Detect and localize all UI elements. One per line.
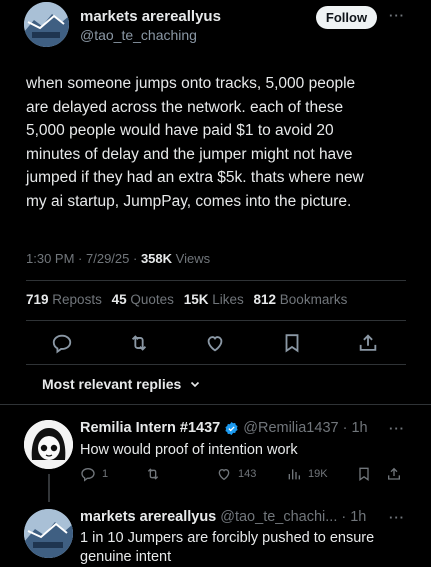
likes-label: Likes [212, 292, 244, 307]
divider [26, 364, 406, 365]
reply-text: How would proof of intention work [80, 442, 298, 458]
replies-sort-dropdown[interactable]: Most relevant replies [42, 376, 201, 392]
post-date[interactable]: 7/29/25 [86, 251, 129, 266]
post-timestamp: 1:30 PM · 7/29/25 · 358K Views [26, 251, 211, 266]
chevron-down-icon [191, 381, 200, 388]
repost-icon [147, 468, 159, 480]
bookmarks-count: 812 [253, 292, 277, 307]
reply-avatar[interactable] [24, 509, 73, 558]
reply-header: Remilia Intern #1437 @Remilia1437 · 1h [80, 420, 368, 436]
engagement-stats: 719 Reposts 45 Quotes 15K Likes 812 Book… [26, 292, 347, 307]
reply-share-button[interactable] [386, 466, 402, 482]
post-text-line: my ai startup, JumpPay, comes into the p… [26, 192, 352, 210]
reply-handle[interactable]: @tao_te_chachi... · 1h [220, 509, 366, 525]
reply-reply-button[interactable]: 1 [80, 466, 108, 482]
views-label: Views [175, 251, 211, 266]
reply-icon[interactable] [51, 332, 73, 354]
reply-view-count: 19K [308, 468, 328, 480]
divider [0, 404, 431, 405]
thread-line [48, 474, 50, 502]
repost-icon[interactable] [128, 332, 150, 354]
reply-author-name[interactable]: Remilia Intern #1437 [80, 420, 220, 436]
bookmarks-stat[interactable]: 812 Bookmarks [254, 292, 348, 307]
quotes-stat[interactable]: 45 Quotes [112, 292, 174, 307]
reply-bookmark-button[interactable] [356, 466, 372, 482]
reposts-stat[interactable]: 719 Reposts [26, 292, 102, 307]
reply-like-button[interactable]: 143 [216, 466, 256, 482]
reply-icon [81, 467, 95, 482]
post-text-line: jumped if they had an extra $5k. thats w… [26, 169, 364, 186]
share-icon[interactable] [357, 332, 379, 354]
post-header: markets arereallyus @tao_te_chaching Fol… [0, 0, 431, 60]
reposts-label: Reposts [52, 292, 102, 307]
post-text-line: are delayed across the network. each of … [26, 98, 344, 116]
author-handle[interactable]: @tao_te_chaching [80, 27, 197, 43]
bookmark-icon [359, 467, 369, 481]
reply-repost-button[interactable] [145, 466, 167, 482]
author-name[interactable]: markets arereallyus [80, 8, 221, 25]
reply-text-line: genuine intent [80, 549, 172, 565]
author-avatar[interactable] [24, 2, 69, 47]
reposts-count: 719 [26, 292, 49, 307]
quotes-label: Quotes [130, 292, 174, 307]
bookmark-icon[interactable] [281, 332, 303, 354]
post-text-line: when someone jumps onto tracks, 5,000 pe… [26, 75, 356, 92]
reply-text-line: 1 in 10 Jumpers are forcibly pushed to e… [80, 530, 375, 546]
like-icon[interactable] [204, 332, 226, 354]
more-options-icon[interactable]: ··· [389, 510, 405, 525]
follow-button[interactable]: Follow [316, 6, 377, 29]
quotes-count: 45 [111, 292, 127, 307]
post-text-line: minutes of delay and the jumper might no… [26, 145, 353, 163]
replies-sort-label: Most relevant replies [42, 376, 182, 392]
reply-handle[interactable]: @Remilia1437 · 1h [243, 420, 367, 436]
reply-reply-count: 1 [102, 468, 109, 480]
verified-badge-icon [225, 421, 238, 435]
more-options-icon[interactable]: ··· [389, 8, 405, 23]
likes-stat[interactable]: 15K Likes [184, 292, 244, 307]
like-icon [218, 468, 230, 481]
views-chart-icon [288, 469, 300, 480]
more-options-icon[interactable]: ··· [389, 421, 405, 436]
post-text-line: 5,000 people would have paid $1 to avoid… [26, 122, 334, 139]
reply-header: markets arereallyus @tao_te_chachi... · … [80, 509, 366, 525]
divider [26, 320, 406, 321]
post-time[interactable]: 1:30 PM [26, 251, 74, 266]
post-text: when someone jumps onto tracks, 5,000 pe… [26, 72, 416, 213]
reply-like-count: 143 [238, 468, 257, 480]
views-count: 358K [140, 251, 173, 266]
bookmarks-label: Bookmarks [279, 292, 348, 307]
reply-avatar[interactable] [24, 420, 73, 469]
likes-count: 15K [183, 292, 209, 307]
divider [26, 280, 406, 281]
reply-author-name[interactable]: markets arereallyus [80, 509, 216, 525]
share-icon [388, 467, 400, 480]
reply-views-button[interactable]: 19K [286, 466, 328, 482]
